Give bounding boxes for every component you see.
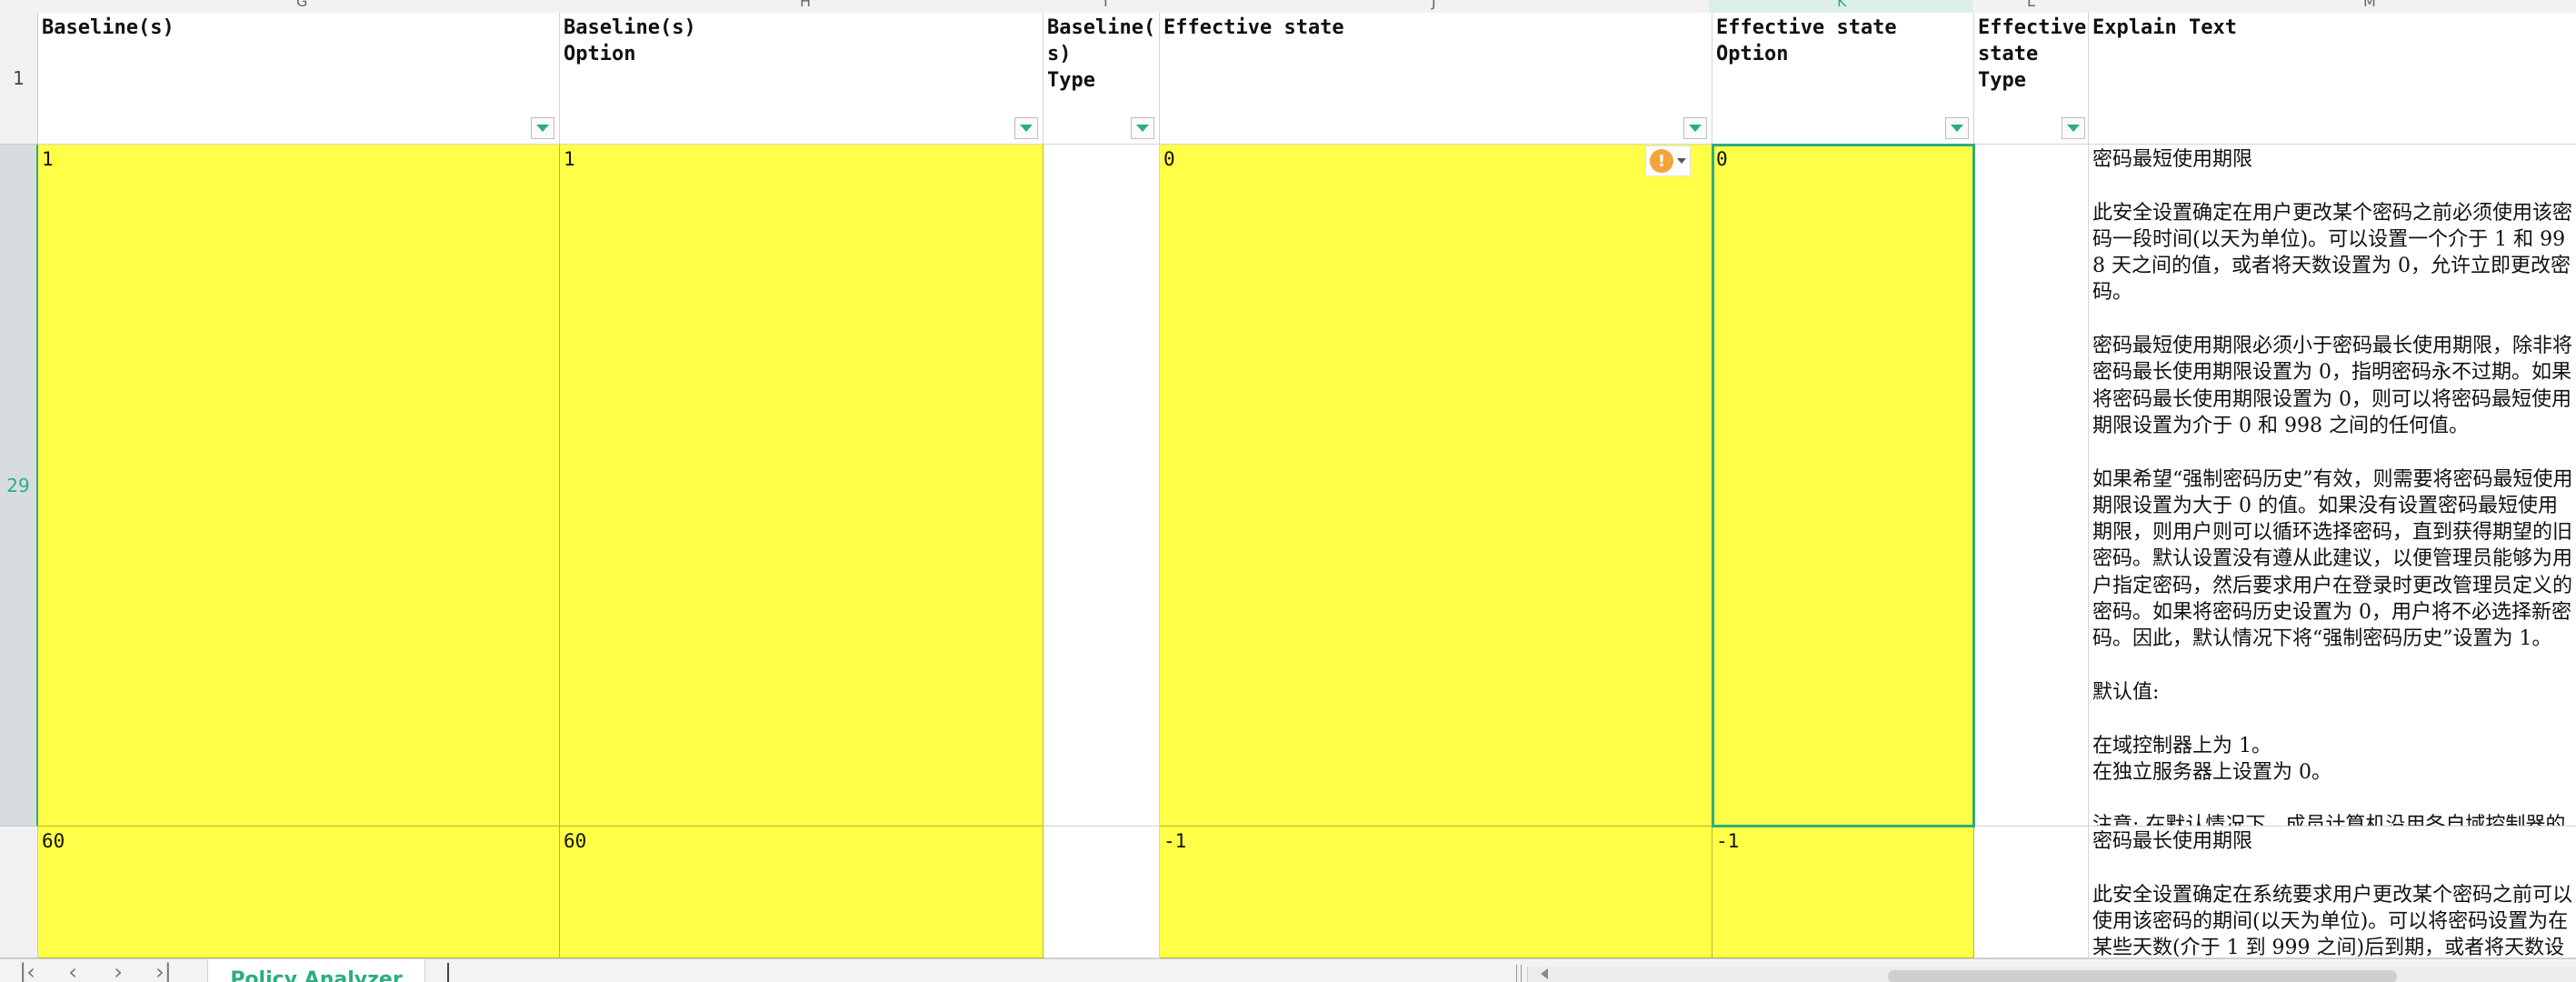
tab-insert-cursor (447, 963, 449, 982)
column-header-strip: G H I J K L M (0, 0, 2576, 14)
column-letter-l[interactable]: L (2027, 0, 2035, 10)
nav-first-icon[interactable]: |‹ (9, 959, 45, 982)
header-baseline[interactable]: Baseline(s) (38, 13, 560, 145)
cell-effective-state-type-row29[interactable] (1974, 145, 2089, 827)
cell-effective-state-option-row29[interactable]: 0 (1712, 144, 1975, 827)
sheet-tab-policy-analyzer[interactable]: Policy Analyzer (207, 959, 425, 982)
column-letter-h[interactable]: H (800, 0, 811, 10)
cell-baseline-type-row30[interactable] (1043, 827, 1160, 958)
header-baseline-option[interactable]: Baseline(s) Option (560, 13, 1043, 145)
filter-dropdown-icon[interactable] (1014, 117, 1038, 139)
cell-explain-text-row30[interactable]: 密码最长使用期限 此安全设置确定在系统要求用户更改某个密码之前可以使用该密码的期… (2089, 827, 2576, 958)
filter-dropdown-icon[interactable] (531, 117, 554, 139)
cell-baseline-option-row29[interactable]: 1 (560, 145, 1043, 827)
row-header-30[interactable] (0, 827, 38, 958)
filter-dropdown-icon[interactable] (1131, 117, 1154, 139)
column-letter-i[interactable]: I (1103, 0, 1108, 10)
cell-effective-state-row29[interactable]: 0 (1160, 145, 1712, 827)
cell-effective-state-type-row30[interactable] (1974, 827, 2089, 958)
warning-indicator[interactable]: ! (1645, 145, 1691, 176)
cell-explain-text-row29[interactable]: 密码最短使用期限 此安全设置确定在用户更改某个密码之前必须使用该密码一段时间(以… (2089, 145, 2576, 827)
sheet-tab-bar: |‹ ‹ › ›| Policy Analyzer (0, 958, 2576, 982)
scroll-split-handle[interactable] (1516, 965, 1522, 982)
nav-last-icon[interactable]: ›| (145, 959, 182, 982)
cell-effective-state-option-row30[interactable]: -1 (1712, 827, 1974, 958)
cell-baseline-row30[interactable]: 60 (38, 827, 560, 958)
horizontal-scrollbar[interactable] (1527, 967, 2576, 982)
filter-dropdown-icon[interactable] (1945, 117, 1969, 139)
column-letter-m[interactable]: M (2363, 0, 2376, 10)
cell-baseline-row29[interactable]: 1 (38, 145, 560, 827)
warning-icon: ! (1650, 149, 1673, 173)
filter-dropdown-icon[interactable] (1683, 117, 1707, 139)
column-letter-g[interactable]: G (296, 0, 307, 10)
cell-baseline-type-row29[interactable] (1043, 145, 1160, 827)
cell-effective-state-row30[interactable]: -1 (1160, 827, 1712, 958)
header-effective-state[interactable]: Effective state (1160, 13, 1712, 145)
header-effective-state-option[interactable]: Effective state Option (1712, 13, 1974, 145)
header-explain-text[interactable]: Explain Text (2089, 13, 2576, 145)
nav-next-icon[interactable]: › (100, 959, 136, 982)
horizontal-scrollbar-thumb[interactable] (1888, 970, 2397, 982)
row-header-29[interactable]: 29 (0, 145, 38, 827)
spreadsheet: G H I J K L M 1 29 Baseline(s) Baseline(… (0, 0, 2576, 982)
cell-baseline-option-row30[interactable]: 60 (560, 827, 1043, 958)
chevron-down-icon (1677, 158, 1686, 164)
nav-prev-icon[interactable]: ‹ (55, 959, 91, 982)
scroll-left-icon[interactable] (1541, 968, 1548, 979)
column-letter-j[interactable]: J (1432, 0, 1436, 10)
column-letter-k[interactable]: K (1837, 0, 1847, 10)
filter-dropdown-icon[interactable] (2062, 117, 2085, 139)
row-header-1[interactable]: 1 (0, 13, 38, 145)
